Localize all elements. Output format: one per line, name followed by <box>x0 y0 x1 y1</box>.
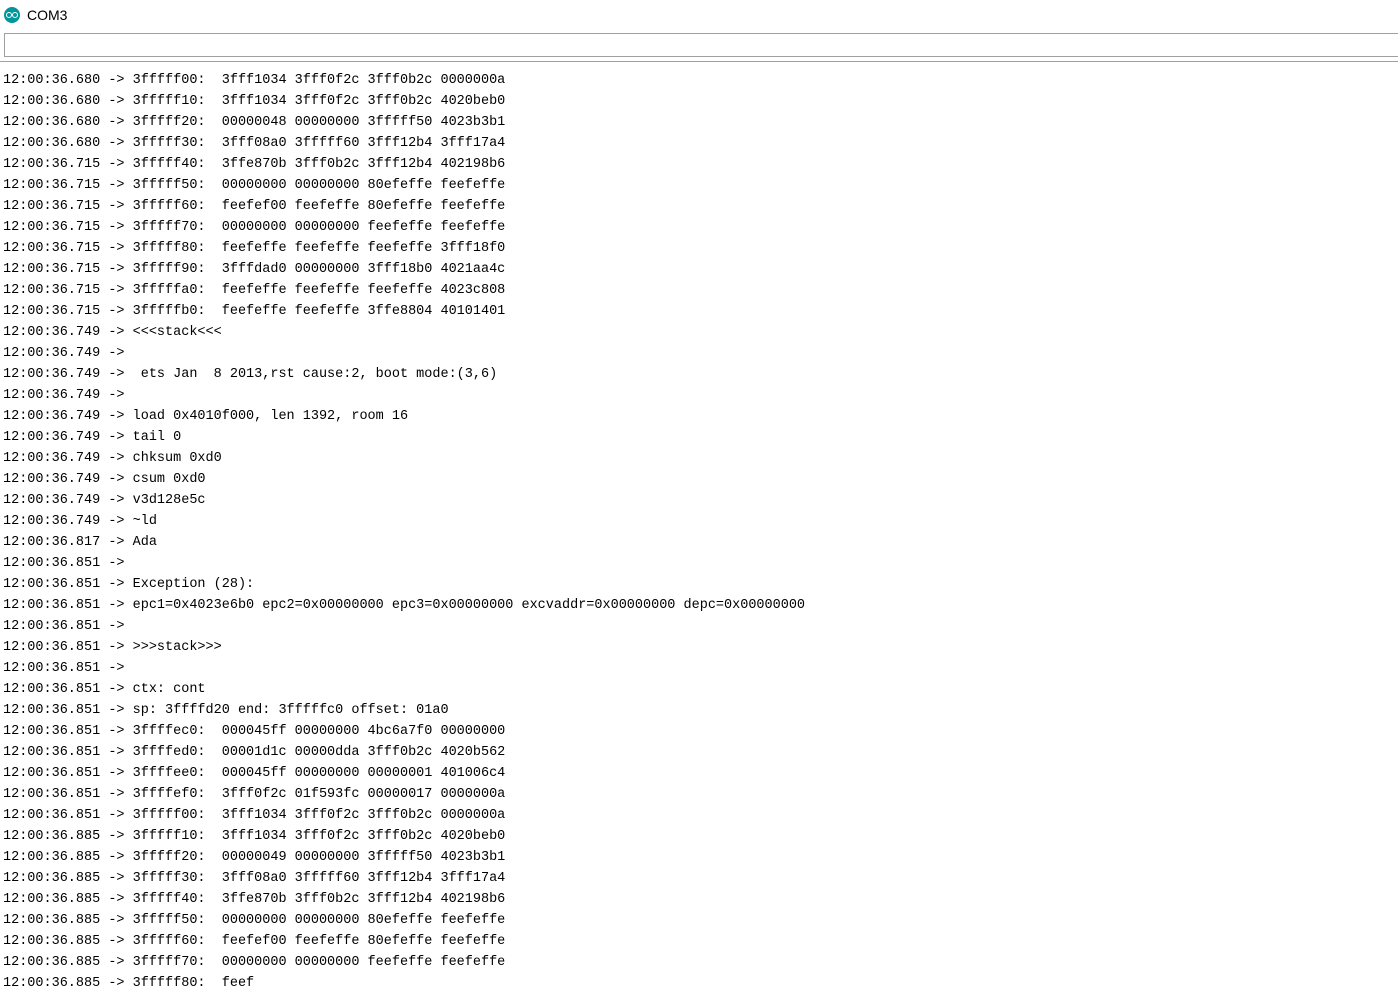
serial-output-line: 12:00:36.749 -> <<<stack<<< <box>3 325 222 340</box>
serial-output-line: 12:00:36.851 -> 3ffffef0: 3fff0f2c 01f59… <box>3 787 506 802</box>
serial-output-line: 12:00:36.749 -> csum 0xd0 <box>3 472 206 487</box>
arduino-infinity-icon <box>4 7 20 23</box>
serial-output-line: 12:00:36.749 -> chksum 0xd0 <box>3 451 222 466</box>
serial-monitor-window: COM3 12:00:36.680 -> 3ffffef0: 3fff0f2c … <box>0 0 1398 986</box>
serial-output-line: 12:00:36.851 -> >>>stack>>> <box>3 640 222 655</box>
serial-output-line: 12:00:36.851 -> <box>3 619 133 634</box>
serial-output-line: 12:00:36.885 -> 3fffff40: 3ffe870b 3fff0… <box>3 892 506 907</box>
serial-output-line: 12:00:36.851 -> <box>3 661 133 676</box>
serial-output-line: 12:00:36.851 -> 3ffffec0: 000045ff 00000… <box>3 724 506 739</box>
serial-output-line: 12:00:36.680 -> 3fffff20: 00000048 00000… <box>3 115 506 130</box>
serial-output-line: 12:00:36.851 -> Exception (28): <box>3 577 255 592</box>
serial-output-line: 12:00:36.715 -> 3fffffa0: feefeffe feefe… <box>3 283 506 298</box>
serial-output-line: 12:00:36.885 -> 3fffff10: 3fff1034 3fff0… <box>3 829 506 844</box>
serial-output-line: 12:00:36.680 -> 3ffffef0: 3fff0f2c 01f59… <box>3 62 805 70</box>
serial-output-line: 12:00:36.885 -> 3fffff70: 00000000 00000… <box>3 955 506 970</box>
serial-output-line: 12:00:36.680 -> 3fffff10: 3fff1034 3fff0… <box>3 94 506 109</box>
serial-output-line: 12:00:36.749 -> v3d128e5c <box>3 493 206 508</box>
serial-output-line: 12:00:36.715 -> 3fffff60: feefef00 feefe… <box>3 199 506 214</box>
serial-output-line: 12:00:36.680 -> 3fffff00: 3fff1034 3fff0… <box>3 73 506 88</box>
title-bar[interactable]: COM3 <box>0 0 1398 30</box>
serial-output-line: 12:00:36.749 -> ets Jan 8 2013,rst cause… <box>3 367 498 382</box>
serial-output-line: 12:00:36.715 -> 3fffff80: feefeffe feefe… <box>3 241 506 256</box>
serial-output-line: 12:00:36.851 -> 3fffff00: 3fff1034 3fff0… <box>3 808 506 823</box>
serial-output-line: 12:00:36.885 -> 3fffff30: 3fff08a0 3ffff… <box>3 871 506 886</box>
serial-output-line: 12:00:36.749 -> <box>3 388 133 403</box>
serial-output-line: 12:00:36.749 -> <box>3 346 133 361</box>
serial-output-line: 12:00:36.749 -> ~ld <box>3 514 157 529</box>
serial-output-line: 12:00:36.817 -> Ada <box>3 535 157 550</box>
serial-output-line: 12:00:36.851 -> ctx: cont <box>3 682 206 697</box>
serial-output-line: 12:00:36.749 -> load 0x4010f000, len 139… <box>3 409 409 424</box>
serial-output-line: 12:00:36.680 -> 3fffff30: 3fff08a0 3ffff… <box>3 136 506 151</box>
serial-output-line: 12:00:36.715 -> 3fffffb0: feefeffe feefe… <box>3 304 506 319</box>
window-title: COM3 <box>27 7 68 23</box>
serial-output-line: 12:00:36.885 -> 3fffff20: 00000049 00000… <box>3 850 506 865</box>
serial-output-line: 12:00:36.851 -> 3ffffee0: 000045ff 00000… <box>3 766 506 781</box>
serial-output-line: 12:00:36.885 -> 3fffff60: feefef00 feefe… <box>3 934 506 949</box>
serial-send-input[interactable] <box>4 33 1398 57</box>
serial-output-line: 12:00:36.851 -> 3ffffed0: 00001d1c 00000… <box>3 745 506 760</box>
serial-output-line: 12:00:36.715 -> 3fffff50: 00000000 00000… <box>3 178 506 193</box>
serial-output-line: 12:00:36.851 -> epc1=0x4023e6b0 epc2=0x0… <box>3 598 806 613</box>
serial-output-line: 12:00:36.885 -> 3fffff50: 00000000 00000… <box>3 913 506 928</box>
serial-output-line: 12:00:36.885 -> 3fffff80: feef <box>3 976 255 986</box>
serial-output-line: 12:00:36.715 -> 3fffff90: 3fffdad0 00000… <box>3 262 506 277</box>
serial-output-area[interactable]: 12:00:36.680 -> 3ffffef0: 3fff0f2c 01f59… <box>0 61 1398 986</box>
serial-output-line: 12:00:36.715 -> 3fffff40: 3ffe870b 3fff0… <box>3 157 506 172</box>
serial-output-line: 12:00:36.851 -> <box>3 556 133 571</box>
serial-output-line: 12:00:36.851 -> sp: 3ffffd20 end: 3fffff… <box>3 703 449 718</box>
serial-output-line: 12:00:36.749 -> tail 0 <box>3 430 182 445</box>
serial-output-lines: 12:00:36.680 -> 3ffffef0: 3fff0f2c 01f59… <box>3 62 806 986</box>
serial-output-line: 12:00:36.715 -> 3fffff70: 00000000 00000… <box>3 220 506 235</box>
